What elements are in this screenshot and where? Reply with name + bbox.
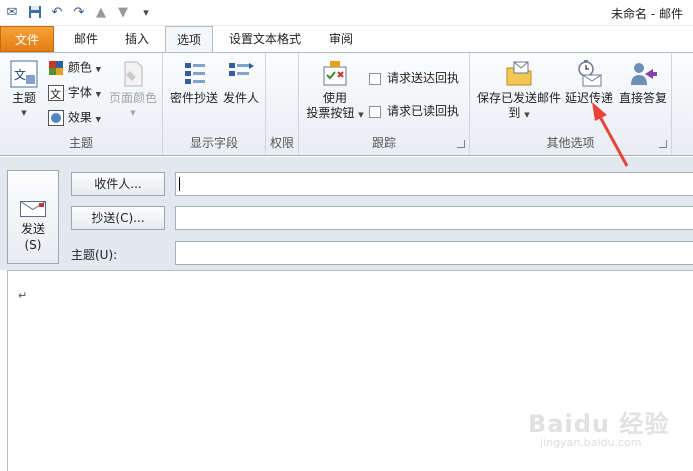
page-color-icon (118, 59, 148, 89)
cc-field[interactable] (175, 206, 693, 230)
request-read-receipt-box[interactable] (369, 105, 381, 118)
cc-button[interactable]: 抄送(C)... (71, 206, 165, 230)
redo-icon[interactable]: ↷ (71, 4, 87, 20)
ribbon: 文 主题 ▼ 颜色 ▼ 文 字体 ▼ 效果 ▼ 页面颜色 ▼ 主题 密件抄送 发… (0, 52, 693, 156)
request-delivery-receipt-checkbox[interactable]: 请求送达回执 (369, 71, 459, 86)
colors-dropdown-icon: ▼ (95, 65, 102, 74)
fonts-button[interactable]: 文 字体 ▼ (48, 85, 101, 103)
paragraph-mark: ↵ (18, 289, 28, 302)
from-button[interactable]: 发件人 (221, 59, 261, 106)
group-label-permission: 权限 (269, 136, 294, 150)
title-bar: ✉ ↶ ↷ ▲ ▼ ▾ 未命名 - 邮件 (0, 0, 693, 26)
themes-button[interactable]: 文 主题 ▼ (4, 59, 44, 121)
next-item-icon[interactable]: ▼ (115, 4, 131, 20)
tab-insert[interactable]: 插入 (113, 26, 161, 52)
colors-label: 颜色 (67, 60, 92, 75)
group-tracking: 使用 投票按钮 ▼ 请求送达回执 请求已读回执 跟踪 (299, 53, 470, 155)
page-color-button[interactable]: 页面颜色 ▼ (106, 59, 160, 121)
tab-format-text[interactable]: 设置文本格式 (218, 26, 312, 52)
undo-icon[interactable]: ↶ (49, 4, 65, 20)
group-themes: 文 主题 ▼ 颜色 ▼ 文 字体 ▼ 效果 ▼ 页面颜色 ▼ 主题 (0, 53, 163, 155)
voting-buttons-button[interactable]: 使用 投票按钮 ▼ (303, 59, 367, 123)
tab-file[interactable]: 文件 (0, 26, 54, 52)
colors-icon (48, 60, 64, 76)
request-delivery-receipt-box[interactable] (369, 72, 381, 85)
group-label-themes: 主题 (68, 136, 93, 150)
delay-delivery-label: 延迟传递 (564, 91, 613, 105)
save-icon[interactable] (27, 4, 43, 20)
themes-label: 主题 (11, 91, 36, 105)
text-cursor (179, 177, 180, 191)
group-label-more-options: 其他选项 (546, 136, 595, 150)
save-sent-item-to-button[interactable]: 保存已发送邮件 到 ▼ (474, 59, 564, 123)
save-sent-dropdown-icon: ▼ (524, 111, 530, 119)
effects-label: 效果 (67, 110, 92, 125)
save-sent-line1: 保存已发送邮件 (476, 91, 561, 105)
send-label: 发送 (20, 222, 45, 236)
group-label-show-fields: 显示字段 (189, 136, 238, 150)
direct-replies-to-button[interactable]: 直接答复 (617, 59, 669, 106)
tracking-dialog-launcher-icon[interactable] (457, 140, 465, 148)
subject-field[interactable] (175, 241, 693, 265)
direct-replies-icon (628, 59, 658, 89)
bcc-icon (179, 59, 209, 89)
effects-dropdown-icon: ▼ (95, 115, 102, 124)
voting-buttons-dropdown-icon: ▼ (358, 111, 364, 119)
more-options-dialog-launcher-icon[interactable] (659, 140, 667, 148)
fonts-dropdown-icon: ▼ (95, 90, 102, 99)
previous-item-icon[interactable]: ▲ (93, 4, 109, 20)
from-icon (226, 59, 256, 89)
group-permission: 权限 (266, 53, 299, 155)
group-more-options: 保存已发送邮件 到 ▼ 延迟传递 直接答复 其他选项 (470, 53, 672, 155)
watermark-logo: Baidu 经验 (528, 410, 670, 438)
send-envelope-icon (20, 201, 46, 217)
tab-mail[interactable]: 邮件 (62, 26, 110, 52)
save-sent-folder-icon (504, 59, 534, 89)
message-header: 发送 (S) 收件人... 抄送(C)... 主题(U): (0, 157, 693, 270)
effects-icon (48, 110, 64, 126)
delay-delivery-icon (574, 59, 604, 89)
to-field[interactable] (175, 172, 693, 196)
delay-delivery-button[interactable]: 延迟传递 (563, 59, 615, 106)
fonts-label: 字体 (67, 85, 92, 100)
effects-button[interactable]: 效果 ▼ (48, 110, 101, 128)
subject-label: 主题(U): (71, 248, 118, 262)
direct-replies-label: 直接答复 (618, 91, 667, 105)
fonts-icon: 文 (48, 85, 64, 101)
request-read-receipt-checkbox[interactable]: 请求已读回执 (369, 104, 459, 119)
watermark-url: jingyan.baidu.com (540, 436, 642, 449)
window-title: 未命名 - 邮件 (611, 7, 683, 21)
voting-buttons-line1: 使用 (322, 91, 347, 105)
page-color-dropdown-icon: ▼ (130, 109, 136, 117)
outlook-app-icon[interactable]: ✉ (4, 4, 20, 20)
request-delivery-receipt-label: 请求送达回执 (387, 71, 460, 85)
tab-options[interactable]: 选项 (165, 26, 213, 53)
voting-buttons-icon (320, 59, 350, 89)
themes-dropdown-icon: ▼ (21, 109, 27, 117)
group-show-fields: 密件抄送 发件人 显示字段 (163, 53, 266, 155)
request-read-receipt-label: 请求已读回执 (387, 104, 460, 118)
from-label: 发件人 (222, 91, 259, 105)
themes-icon: 文 (9, 59, 39, 89)
svg-text:文: 文 (14, 67, 26, 82)
voting-buttons-line2: 投票按钮 (306, 106, 355, 120)
tab-review[interactable]: 审阅 (316, 26, 366, 52)
bcc-label: 密件抄送 (169, 91, 218, 105)
page-color-label: 页面颜色 (108, 91, 157, 105)
group-label-tracking: 跟踪 (371, 136, 396, 150)
to-button[interactable]: 收件人... (71, 172, 165, 196)
bcc-button[interactable]: 密件抄送 (169, 59, 219, 106)
customize-qat-icon[interactable]: ▾ (138, 4, 154, 20)
colors-button[interactable]: 颜色 ▼ (48, 60, 101, 78)
ribbon-tabs: 文件 邮件 插入 选项 设置文本格式 审阅 (0, 26, 693, 53)
send-button[interactable]: 发送 (S) (7, 170, 59, 264)
send-shortcut: (S) (24, 238, 42, 252)
svg-text:文: 文 (50, 87, 61, 101)
save-sent-line2: 到 (508, 106, 521, 120)
